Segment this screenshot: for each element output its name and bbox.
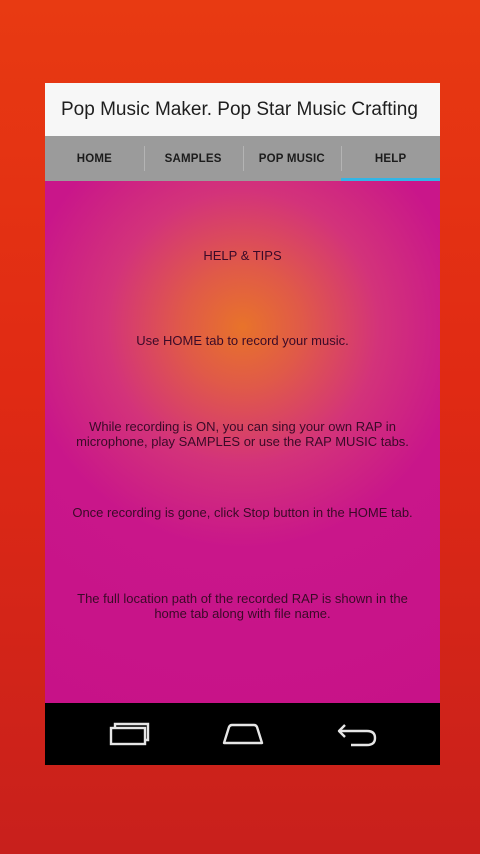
system-nav-bar: [45, 703, 440, 765]
help-panel: HELP & TIPS Use HOME tab to record your …: [45, 181, 440, 703]
home-icon[interactable]: [213, 718, 273, 750]
tab-pop-music[interactable]: POP MUSIC: [242, 136, 342, 181]
recent-apps-icon[interactable]: [99, 718, 159, 750]
action-bar: Pop Music Maker. Pop Star Music Crafting: [45, 83, 440, 136]
tab-bar: HOME SAMPLES POP MUSIC HELP: [45, 136, 440, 181]
help-heading: HELP & TIPS: [203, 248, 282, 263]
help-tip-location: The full location path of the recorded R…: [77, 591, 408, 621]
help-tip-while-recording: While recording is ON, you can sing your…: [76, 419, 409, 449]
tab-home[interactable]: HOME: [45, 136, 144, 181]
help-tip-record: Use HOME tab to record your music.: [136, 333, 349, 348]
help-tip-stop: Once recording is gone, click Stop butto…: [72, 505, 413, 520]
app-title: Pop Music Maker. Pop Star Music Crafting: [61, 98, 418, 120]
tab-samples[interactable]: SAMPLES: [143, 136, 243, 181]
app-window: Pop Music Maker. Pop Star Music Crafting…: [45, 83, 440, 765]
back-icon[interactable]: [327, 718, 387, 750]
tab-help[interactable]: HELP: [341, 136, 440, 181]
